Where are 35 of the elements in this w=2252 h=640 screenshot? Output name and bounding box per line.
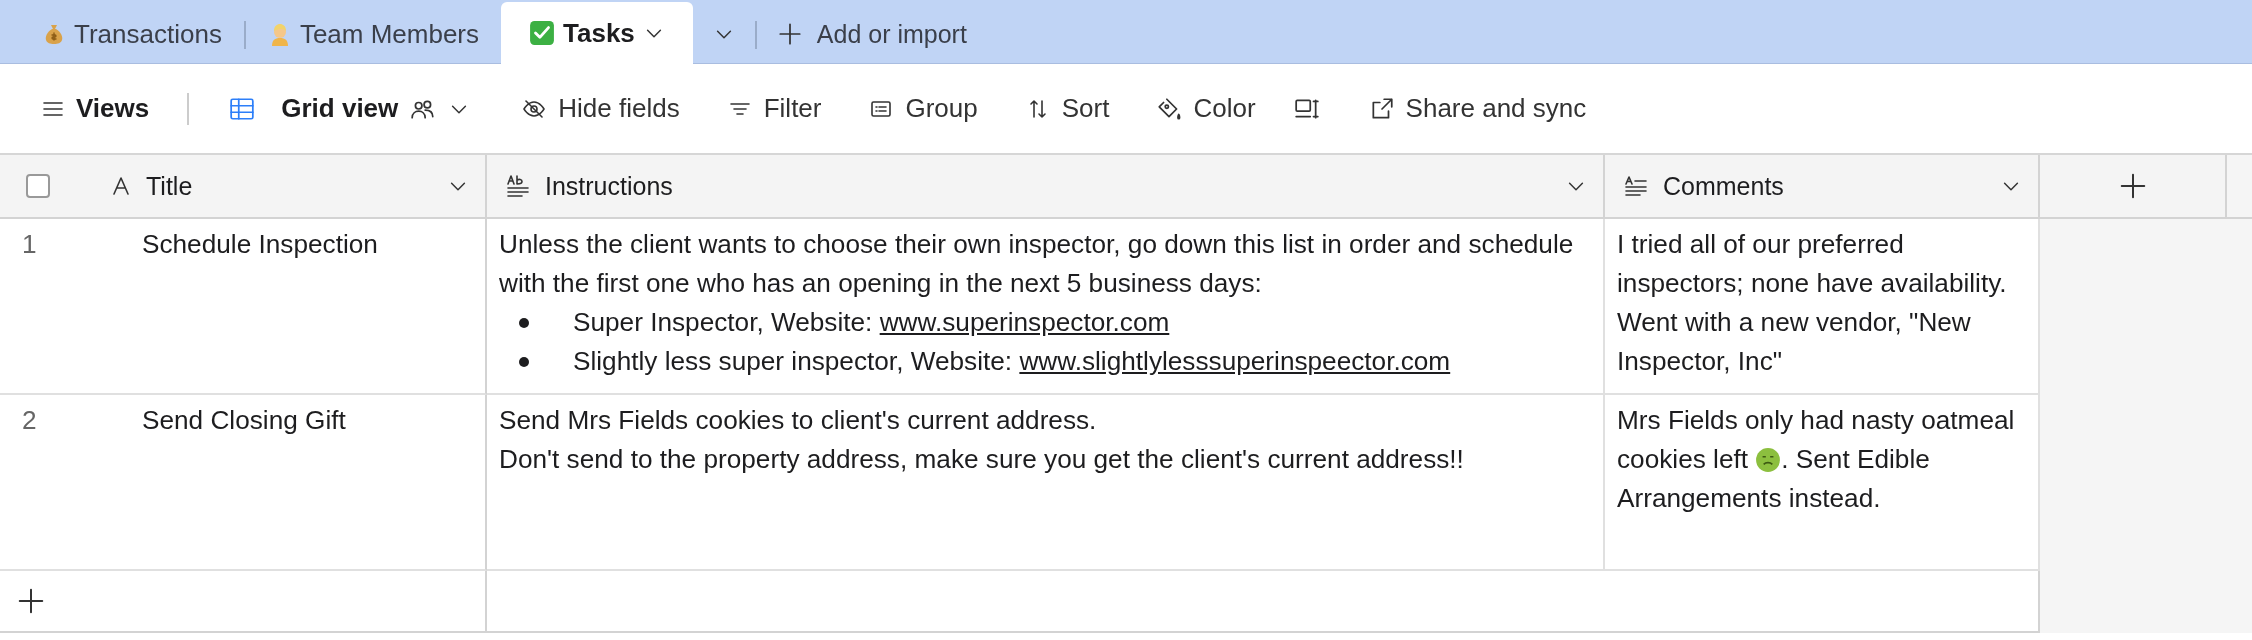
check-box-icon: [529, 20, 556, 46]
bullet-icon: [519, 356, 529, 367]
toolbar-button[interactable]: Color: [1143, 87, 1268, 130]
select-all-checkbox[interactable]: [26, 174, 50, 198]
row-number: 1: [22, 228, 38, 261]
views-button[interactable]: Views: [28, 87, 162, 130]
grid-view-button[interactable]: Grid view: [215, 87, 483, 130]
table-cell-text: I tried all of our preferred inspectors; none have availability. Went with a new vendor, "New Inspector, Inc": [1617, 228, 2008, 378]
tab[interactable]: Team Members: [245, 5, 502, 63]
website-link[interactable]: www.superinspector.com: [879, 307, 1170, 337]
row-number: 2: [22, 404, 38, 437]
bullet-icon: [519, 317, 529, 328]
toolbar-button[interactable]: Filter: [713, 87, 834, 130]
column-header[interactable]: Comments: [1605, 155, 2040, 219]
sick-face-icon: [1755, 447, 1782, 473]
plus-icon: [16, 586, 46, 616]
list-item: Super Inspector, Website: www.superinspector.com: [573, 306, 1170, 339]
toolbar-button[interactable]: Hide fields: [508, 87, 692, 130]
column-header[interactable]: Title: [0, 155, 487, 219]
toolbar-button[interactable]: Sort: [1011, 87, 1122, 130]
toolbar-button[interactable]: Group: [855, 87, 990, 130]
toolbar-button[interactable]: Share and sync: [1355, 87, 1599, 130]
table-cell-text: Schedule Inspection: [142, 228, 378, 261]
tab[interactable]: Transactions: [20, 5, 244, 63]
table-cell-text: Don't send to the property address, make sure you get the client's current address!!: [499, 443, 1465, 476]
table-cell-text: Send Closing Gift: [142, 404, 346, 437]
column-header[interactable]: Instructions: [487, 155, 1605, 219]
table-cell-text: Unless the client wants to choose their own inspector, go down this list in order and schedule with the first one who has an opening in the next 5 business days:: [499, 228, 1575, 300]
add-row-button[interactable]: [16, 586, 46, 616]
table-cell-text: Send Mrs Fields cookies to client's current address.: [499, 404, 1098, 437]
tab[interactable]: Tasks: [501, 2, 693, 64]
website-link[interactable]: www.slightlylesssuperinspeector.com: [1019, 346, 1451, 376]
list-item: Slightly less super inspector, Website: www.slightlylesssuperinspeector.com: [573, 345, 1451, 378]
table-cell-text: Mrs Fields only had nasty oatmeal cookies left . Sent Edible Arrangements instead.: [1617, 404, 2016, 515]
add-or-import-button[interactable]: Add or import: [756, 5, 987, 63]
